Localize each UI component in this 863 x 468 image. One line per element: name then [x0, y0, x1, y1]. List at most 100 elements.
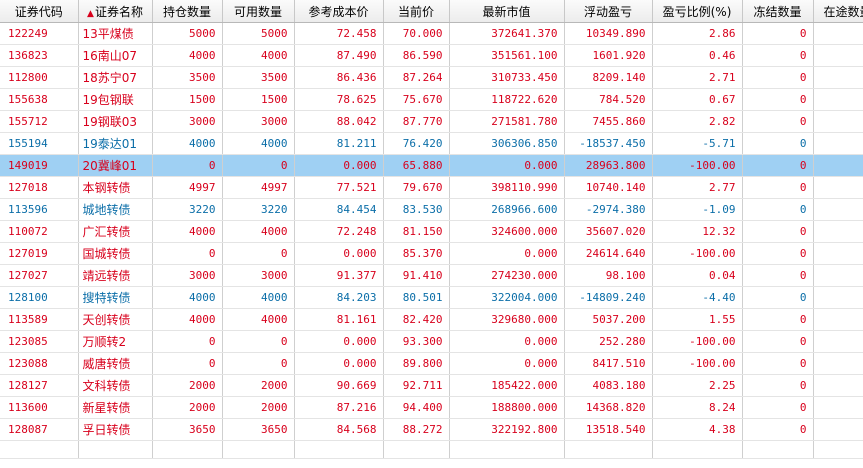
cell-cost: 78.625	[294, 88, 384, 111]
cell-pnl: -18537.450	[564, 132, 653, 155]
cell-name: 万顺转2	[78, 330, 153, 353]
table-row[interactable]: 136823 16南山07 4000 4000 87.490 86.590 351561.1…	[0, 44, 863, 67]
cell-market-value: 322004.000	[449, 286, 565, 309]
cell-available: 4000	[222, 132, 295, 155]
empty-cell	[152, 440, 223, 459]
cell-holding: 1500	[152, 88, 223, 111]
cell-available: 1500	[222, 88, 295, 111]
empty-cell	[294, 440, 384, 459]
column-header-holding[interactable]: 持仓数量	[152, 0, 223, 23]
cell-frozen: 0	[742, 132, 814, 155]
table-row[interactable]: 128127 文科转债 2000 2000 90.669 92.711 185422.000…	[0, 374, 863, 397]
cell-holding: 3650	[152, 418, 223, 441]
cell-frozen: 0	[742, 264, 814, 287]
cell-holding: 0	[152, 352, 223, 375]
cell-pnl: 784.520	[564, 88, 653, 111]
column-header-in-transit[interactable]: 在途数量	[813, 0, 863, 23]
cell-frozen: 0	[742, 374, 814, 397]
cell-market-value: 0.000	[449, 242, 565, 265]
cell-code: 149019	[0, 154, 79, 177]
cell-name: 靖远转债	[78, 264, 153, 287]
column-header-pnl-pct[interactable]: 盈亏比例(%)	[652, 0, 743, 23]
cell-pnl-pct: 0.46	[652, 44, 743, 67]
cell-cost: 84.568	[294, 418, 384, 441]
table-row[interactable]: 123085 万顺转2 0 0 0.000 93.300 0.000 252.280 -100.…	[0, 330, 863, 353]
table-row[interactable]: 155194 19泰达01 4000 4000 81.211 76.420 306306.8…	[0, 132, 863, 155]
table-row[interactable]: 127027 靖远转债 3000 3000 91.377 91.410 274230.000…	[0, 264, 863, 287]
cell-pnl-pct: 0.04	[652, 264, 743, 287]
cell-frozen: 0	[742, 418, 814, 441]
cell-cost: 91.377	[294, 264, 384, 287]
table-row[interactable]: 122249 13平煤债 5000 5000 72.458 70.000 372641.37…	[0, 22, 863, 45]
table-row[interactable]: 128087 孚日转债 3650 3650 84.568 88.272 322192.800…	[0, 418, 863, 441]
table-row[interactable]: 155638 19包钢联 1500 1500 78.625 75.670 118722.62…	[0, 88, 863, 111]
cell-pnl: 98.100	[564, 264, 653, 287]
cell-code: 127027	[0, 264, 79, 287]
column-header-label: 证券代码	[14, 4, 63, 19]
sort-up-triangle-icon: ▲	[87, 8, 94, 19]
column-header-market-value[interactable]: 最新市值	[449, 0, 565, 23]
cell-frozen: 0	[742, 66, 814, 89]
cell-available: 2000	[222, 374, 295, 397]
table-row[interactable]: 113600 新星转债 2000 2000 87.216 94.400 188800.000…	[0, 396, 863, 419]
table-row[interactable]: 155712 19钢联03 3000 3000 88.042 87.770 271581.7…	[0, 110, 863, 133]
table-row[interactable]: 112800 18苏宁07 3500 3500 86.436 87.264 310733.4…	[0, 66, 863, 89]
cell-pnl: 8209.140	[564, 66, 653, 89]
column-header-price[interactable]: 当前价	[383, 0, 450, 23]
cell-name: 搜特转债	[78, 286, 153, 309]
cell-pnl-pct: -5.71	[652, 132, 743, 155]
cell-in-transit: 0	[813, 22, 863, 45]
table-row[interactable]: 110072 广汇转债 4000 4000 72.248 81.150 324600.000…	[0, 220, 863, 243]
cell-market-value: 268966.600	[449, 198, 565, 221]
cell-market-value: 310733.450	[449, 66, 565, 89]
cell-code: 113600	[0, 396, 79, 419]
cell-market-value: 118722.620	[449, 88, 565, 111]
column-header-name[interactable]: ▲证券名称	[78, 0, 153, 23]
cell-pnl: 5037.200	[564, 308, 653, 331]
cell-market-value: 274230.000	[449, 264, 565, 287]
cell-cost: 87.216	[294, 396, 384, 419]
cell-code: 113596	[0, 198, 79, 221]
cell-available: 0	[222, 352, 295, 375]
cell-code: 123088	[0, 352, 79, 375]
cell-in-transit: 0	[813, 330, 863, 353]
table-row[interactable]: 123088 威唐转债 0 0 0.000 89.800 0.000 8417.510 -100…	[0, 352, 863, 375]
cell-market-value: 306306.850	[449, 132, 565, 155]
cell-market-value: 0.000	[449, 352, 565, 375]
cell-pnl-pct: 4.38	[652, 418, 743, 441]
cell-available: 4000	[222, 286, 295, 309]
cell-cost: 0.000	[294, 330, 384, 353]
cell-pnl: -2974.380	[564, 198, 653, 221]
table-row[interactable]: 127018 本钢转债 4997 4997 77.521 79.670 398110.990…	[0, 176, 863, 199]
column-header-label: 浮动盈亏	[583, 4, 632, 19]
cell-market-value: 372641.370	[449, 22, 565, 45]
cell-holding: 4000	[152, 308, 223, 331]
column-header-cost[interactable]: 参考成本价	[294, 0, 384, 23]
column-header-label: 参考成本价	[308, 4, 369, 19]
table-row[interactable]: 113596 城地转债 3220 3220 84.454 83.530 268966.600…	[0, 198, 863, 221]
table-row[interactable]: 113589 天创转债 4000 4000 81.161 82.420 329680.000…	[0, 308, 863, 331]
column-header-label: 可用数量	[233, 4, 282, 19]
table-row[interactable]: 149019 20冀峰01 0 0 0.000 65.880 0.000 28963.800-…	[0, 154, 863, 177]
cell-frozen: 0	[742, 154, 814, 177]
cell-pnl: 252.280	[564, 330, 653, 353]
cell-available: 0	[222, 330, 295, 353]
table-row[interactable]: 127019 国城转债 0 0 0.000 85.370 0.000 24614.640 -10…	[0, 242, 863, 265]
column-header-available[interactable]: 可用数量	[222, 0, 295, 23]
column-header-code[interactable]: 证券代码	[0, 0, 79, 23]
column-header-frozen[interactable]: 冻结数量	[742, 0, 814, 23]
cell-pnl-pct: -100.00	[652, 352, 743, 375]
cell-in-transit: 0	[813, 44, 863, 67]
cell-price: 87.264	[383, 66, 450, 89]
cell-frozen: 0	[742, 110, 814, 133]
cell-cost: 84.454	[294, 198, 384, 221]
cell-code: 155712	[0, 110, 79, 133]
cell-in-transit: 0	[813, 286, 863, 309]
cell-holding: 3000	[152, 264, 223, 287]
table-row[interactable]: 128100 搜特转债 4000 4000 84.203 80.501 322004.000…	[0, 286, 863, 309]
column-header-pnl[interactable]: 浮动盈亏	[564, 0, 653, 23]
cell-pnl: -14809.240	[564, 286, 653, 309]
cell-price: 91.410	[383, 264, 450, 287]
cell-cost: 88.042	[294, 110, 384, 133]
cell-pnl: 24614.640	[564, 242, 653, 265]
